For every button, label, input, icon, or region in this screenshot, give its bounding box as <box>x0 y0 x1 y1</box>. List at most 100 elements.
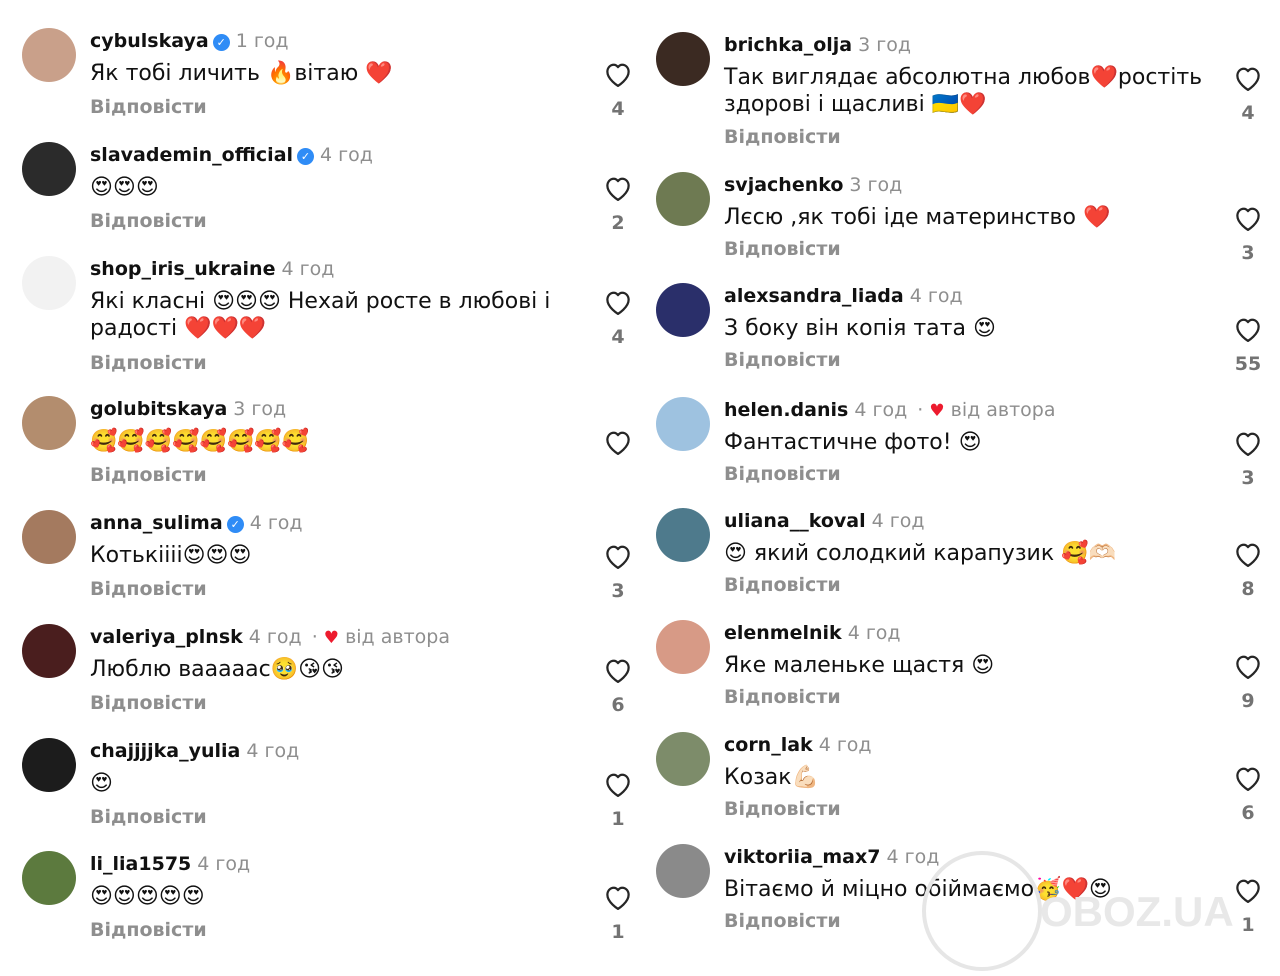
like-button[interactable]: 4 <box>598 288 638 348</box>
like-button[interactable]: 4 <box>1228 64 1268 124</box>
heart-outline-icon[interactable] <box>1228 876 1268 904</box>
comment-text: 😍 <box>90 771 113 796</box>
username[interactable]: chajjjjka_yulia <box>90 740 240 762</box>
timestamp: 1 год <box>235 30 289 52</box>
heart-outline-icon[interactable] <box>598 542 638 570</box>
username[interactable]: alexsandra_liada <box>724 285 904 307</box>
like-count: 1 <box>611 808 625 830</box>
heart-outline-icon[interactable] <box>598 883 638 911</box>
like-button[interactable]: 6 <box>1228 764 1268 824</box>
comment-header: alexsandra_liada 4 год <box>724 283 963 309</box>
avatar[interactable] <box>22 28 76 82</box>
reply-button[interactable]: Відповісти <box>724 463 841 485</box>
heart-outline-icon[interactable] <box>1228 652 1268 680</box>
like-button[interactable]: 1 <box>598 770 638 830</box>
like-count: 3 <box>1241 242 1255 264</box>
heart-outline-icon[interactable] <box>598 288 638 316</box>
comment-text: 😍😍😍😍😍 <box>90 884 205 909</box>
avatar[interactable] <box>656 620 710 674</box>
username[interactable]: cybulskaya <box>90 30 209 52</box>
username[interactable]: shop_iris_ukraine <box>90 258 275 280</box>
comment-text: 😍😍😍 <box>90 175 159 200</box>
reply-button[interactable]: Відповісти <box>90 692 207 714</box>
like-button[interactable]: 55 <box>1228 315 1268 375</box>
avatar[interactable] <box>656 508 710 562</box>
reply-button[interactable]: Відповісти <box>724 574 841 596</box>
heart-outline-icon[interactable] <box>1228 315 1268 343</box>
reply-button[interactable]: Відповісти <box>724 349 841 371</box>
reply-button[interactable]: Відповісти <box>724 126 841 148</box>
avatar[interactable] <box>22 396 76 450</box>
heart-outline-icon[interactable] <box>1228 64 1268 92</box>
like-count: 1 <box>1241 914 1255 936</box>
heart-outline-icon[interactable] <box>598 174 638 202</box>
heart-outline-icon[interactable] <box>598 770 638 798</box>
reply-button[interactable]: Відповісти <box>90 352 207 374</box>
reply-button[interactable]: Відповісти <box>90 578 207 600</box>
comment-text: Так виглядає абсолютна любов❤️ростіть зд… <box>724 65 1203 117</box>
like-count: 1 <box>611 921 625 943</box>
username[interactable]: anna_sulima <box>90 512 223 534</box>
avatar[interactable] <box>656 172 710 226</box>
heart-outline-icon[interactable] <box>1228 540 1268 568</box>
reply-button[interactable]: Відповісти <box>724 238 841 260</box>
username[interactable]: brichka_olja <box>724 34 852 56</box>
like-button[interactable]: 4 <box>598 60 638 120</box>
heart-outline-icon[interactable] <box>1228 204 1268 232</box>
avatar[interactable] <box>22 510 76 564</box>
username[interactable]: uliana__koval <box>724 510 866 532</box>
avatar[interactable] <box>656 32 710 86</box>
avatar[interactable] <box>656 397 710 451</box>
avatar[interactable] <box>22 256 76 310</box>
avatar[interactable] <box>22 142 76 196</box>
comment-header: viktoriia_max7 4 год <box>724 844 939 870</box>
like-count: 4 <box>611 326 625 348</box>
heart-outline-icon[interactable] <box>1228 764 1268 792</box>
like-button[interactable]: 9 <box>1228 652 1268 712</box>
like-button[interactable] <box>598 428 638 466</box>
like-button[interactable]: 6 <box>598 656 638 716</box>
reply-button[interactable]: Відповісти <box>90 806 207 828</box>
username[interactable]: elenmelnik <box>724 622 842 644</box>
like-button[interactable]: 3 <box>598 542 638 602</box>
like-button[interactable]: 3 <box>1228 429 1268 489</box>
avatar[interactable] <box>656 283 710 337</box>
username[interactable]: svjachenko <box>724 174 843 196</box>
avatar[interactable] <box>22 851 76 905</box>
avatar[interactable] <box>22 624 76 678</box>
timestamp: 4 год <box>818 734 872 756</box>
reply-button[interactable]: Відповісти <box>724 910 841 932</box>
avatar[interactable] <box>656 844 710 898</box>
timestamp: 4 год <box>249 512 303 534</box>
like-button[interactable]: 1 <box>598 883 638 943</box>
username[interactable]: corn_lak <box>724 734 813 756</box>
heart-outline-icon[interactable] <box>598 60 638 88</box>
comment-text: 😍 який солодкий карапузик 🥰🫶🏻 <box>724 541 1116 566</box>
comment-item: viktoriia_max7 4 год Вітаємо й міцно обійм… <box>634 844 1280 952</box>
like-button[interactable]: 8 <box>1228 540 1268 600</box>
like-count: 2 <box>611 212 625 234</box>
reply-button[interactable]: Відповісти <box>90 210 207 232</box>
reply-button[interactable]: Відповісти <box>90 464 207 486</box>
username[interactable]: helen.danis <box>724 399 848 421</box>
reply-button[interactable]: Відповісти <box>90 919 207 941</box>
like-button[interactable]: 3 <box>1228 204 1268 264</box>
username[interactable]: li_lia1575 <box>90 853 191 875</box>
username[interactable]: valeriya_plnsk <box>90 626 243 648</box>
like-button[interactable]: 1 <box>1228 876 1268 936</box>
avatar[interactable] <box>656 732 710 786</box>
username[interactable]: golubitskaya <box>90 398 227 420</box>
comment-header: chajjjjka_yulia 4 год <box>90 738 299 764</box>
avatar[interactable] <box>22 738 76 792</box>
heart-outline-icon[interactable] <box>598 656 638 684</box>
comment-header: helen.danis 4 год · ♥ від автора <box>724 397 1056 424</box>
heart-outline-icon[interactable] <box>598 428 638 456</box>
reply-button[interactable]: Відповісти <box>724 798 841 820</box>
heart-outline-icon[interactable] <box>1228 429 1268 457</box>
username[interactable]: slavademin_official <box>90 144 293 166</box>
username[interactable]: viktoriia_max7 <box>724 846 880 868</box>
comment-item: elenmelnik 4 год Яке маленьке щастя 😍 Відпо… <box>634 620 1280 728</box>
like-button[interactable]: 2 <box>598 174 638 234</box>
reply-button[interactable]: Відповісти <box>724 686 841 708</box>
reply-button[interactable]: Відповісти <box>90 96 207 118</box>
